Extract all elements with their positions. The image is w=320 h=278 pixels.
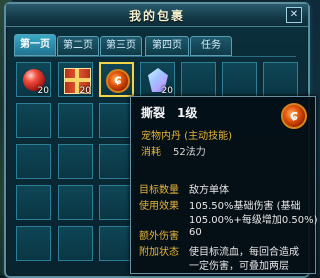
inventory-slot[interactable] [99, 185, 134, 220]
tooltip-item-name: 撕裂 [141, 106, 166, 120]
close-button[interactable]: ✕ [286, 7, 302, 23]
tooltip-item-type: 宠物内丹 (主动技能) [141, 131, 232, 142]
inventory-slot[interactable] [16, 144, 51, 179]
inventory-slot[interactable] [222, 62, 257, 97]
inventory-slot-selected[interactable] [99, 62, 134, 97]
tab-task[interactable]: 任务 [190, 36, 232, 56]
inventory-slot[interactable] [263, 62, 298, 97]
inventory-slot[interactable]: 20 [16, 62, 51, 97]
inventory-slot[interactable] [16, 103, 51, 138]
tooltip-value: 105.00%+每级增加0.50%) [189, 215, 318, 226]
tooltip-value: 一定伤害，可叠加两层 [189, 261, 289, 272]
inventory-slot[interactable]: 20 [140, 62, 175, 97]
inventory-slot[interactable]: 20 [58, 62, 93, 97]
tab-page-1[interactable]: 第一页 [14, 34, 56, 56]
close-icon: ✕ [289, 9, 299, 20]
tooltip-label: 目标数量 [139, 185, 179, 196]
tooltip-cost-label: 消耗 [141, 147, 161, 158]
tab-page-4[interactable]: 第四页 [145, 36, 189, 56]
inventory-slot[interactable] [99, 226, 134, 261]
tab-page-2[interactable]: 第二页 [57, 36, 99, 56]
tooltip-label: 使用效果 [139, 201, 179, 212]
skill-orb-icon [281, 103, 307, 129]
inventory-slot[interactable] [99, 103, 134, 138]
inventory-slot[interactable] [99, 144, 134, 179]
tooltip-label: 额外伤害 [139, 231, 179, 242]
tooltip-value: 60 [189, 227, 202, 238]
tooltip-value: 105.50%基础伤害 (基础 [189, 201, 301, 212]
tooltip-value: 使目标流血，每回合造成 [189, 247, 299, 258]
inventory-slot[interactable] [58, 226, 93, 261]
tooltip-item-level: 1级 [177, 106, 198, 120]
title-bar[interactable]: 我的包裹 ✕ [6, 4, 308, 27]
inventory-slot[interactable] [58, 103, 93, 138]
tooltip-value: 敌方单体 [189, 185, 229, 196]
skill-orb-icon [106, 69, 130, 93]
inventory-slot[interactable] [181, 62, 216, 97]
item-count: 20 [161, 86, 173, 96]
item-count: 20 [79, 86, 91, 96]
inventory-slot[interactable] [58, 185, 93, 220]
item-tooltip: 撕裂 1级 宠物内丹 (主动技能) 消耗 52法力 目标数量 敌方单体 使用效果… [130, 96, 318, 274]
inventory-slot[interactable] [16, 226, 51, 261]
window-title: 我的包裹 [128, 9, 185, 23]
tab-page-3[interactable]: 第三页 [100, 36, 142, 56]
tooltip-label: 附加状态 [139, 247, 179, 258]
inventory-slot[interactable] [16, 185, 51, 220]
item-count: 20 [37, 86, 49, 96]
tooltip-cost-value: 52法力 [173, 147, 206, 158]
inventory-slot[interactable] [58, 144, 93, 179]
